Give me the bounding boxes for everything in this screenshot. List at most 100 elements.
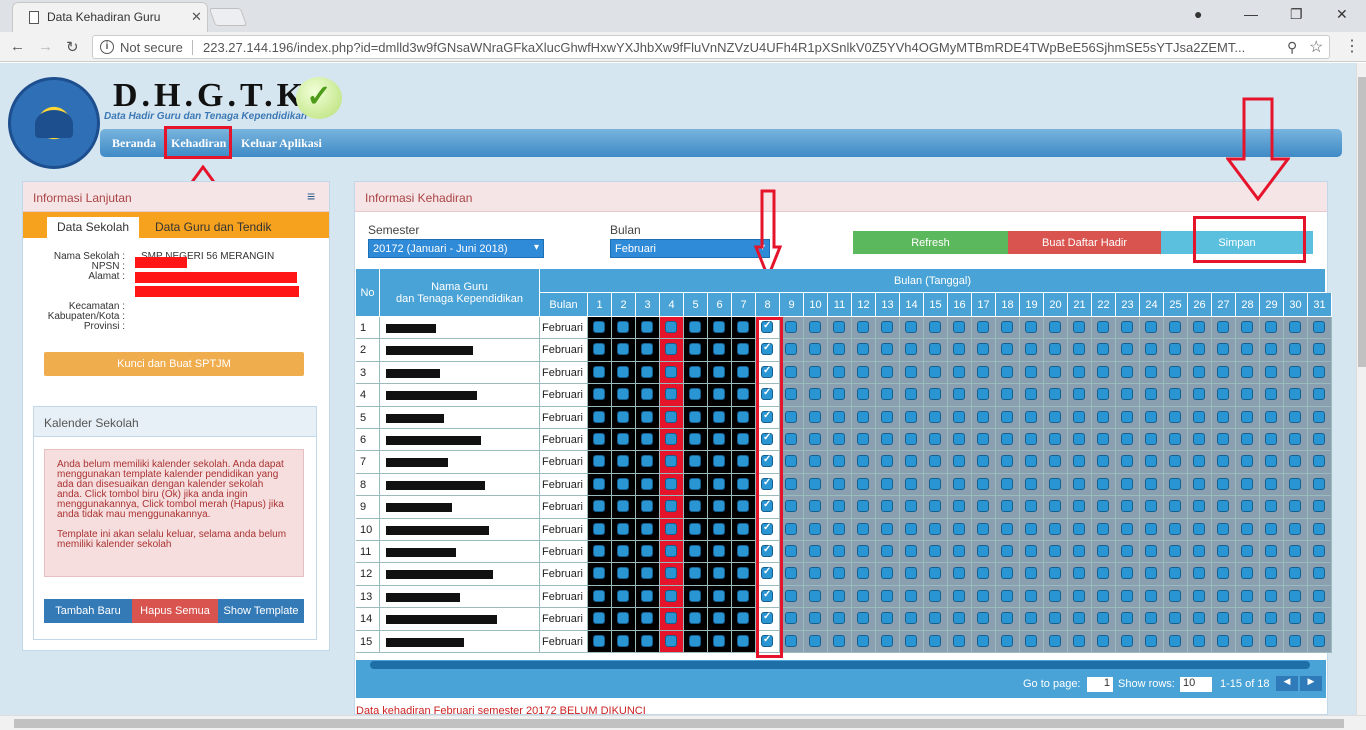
- attendance-checkbox[interactable]: [785, 589, 797, 602]
- attendance-checkbox[interactable]: [953, 589, 965, 602]
- attendance-checkbox[interactable]: [1241, 343, 1253, 356]
- attendance-checkbox[interactable]: [1025, 321, 1037, 333]
- attendance-checkbox[interactable]: [1001, 455, 1013, 468]
- attendance-checkbox[interactable]: [689, 433, 701, 445]
- attendance-checkbox[interactable]: [1145, 634, 1157, 647]
- attendance-checkbox[interactable]: [617, 410, 629, 423]
- attendance-checkbox[interactable]: [953, 321, 965, 333]
- attendance-checkbox[interactable]: [1313, 365, 1325, 378]
- attendance-checkbox[interactable]: [833, 343, 845, 356]
- attendance-checkbox[interactable]: [1121, 612, 1133, 625]
- attendance-checkbox[interactable]: [809, 500, 821, 513]
- attendance-checkbox[interactable]: [857, 388, 869, 401]
- attendance-checkbox[interactable]: [641, 455, 653, 468]
- grid-hscroll[interactable]: [356, 660, 1326, 670]
- attendance-checkbox[interactable]: [1289, 545, 1301, 557]
- attendance-checkbox[interactable]: [593, 477, 605, 490]
- bookmark-star-icon[interactable]: ☆: [1309, 37, 1323, 57]
- attendance-checkbox[interactable]: [953, 433, 965, 445]
- attendance-checkbox[interactable]: [737, 612, 749, 625]
- attendance-checkbox[interactable]: [857, 365, 869, 378]
- attendance-checkbox[interactable]: [1049, 477, 1061, 490]
- attendance-checkbox[interactable]: [689, 589, 701, 602]
- attendance-checkbox[interactable]: [1025, 388, 1037, 401]
- attendance-checkbox[interactable]: [1121, 433, 1133, 445]
- attendance-checkbox[interactable]: [641, 589, 653, 602]
- attendance-checkbox[interactable]: [1025, 567, 1037, 580]
- attendance-checkbox[interactable]: [857, 433, 869, 445]
- grid-hscroll-thumb[interactable]: [370, 661, 1310, 669]
- attendance-checkbox[interactable]: [1241, 567, 1253, 580]
- attendance-checkbox[interactable]: [1145, 410, 1157, 423]
- page-hscroll[interactable]: [0, 715, 1366, 730]
- attendance-checkbox[interactable]: [809, 634, 821, 647]
- attendance-checkbox[interactable]: [1073, 612, 1085, 625]
- attendance-checkbox[interactable]: [737, 522, 749, 535]
- attendance-checkbox[interactable]: [833, 388, 845, 401]
- attendance-checkbox[interactable]: [929, 321, 941, 333]
- attendance-checkbox[interactable]: [593, 589, 605, 602]
- attendance-checkbox[interactable]: [1241, 433, 1253, 445]
- attendance-checkbox[interactable]: [833, 634, 845, 647]
- attendance-checkbox[interactable]: [617, 388, 629, 401]
- attendance-checkbox[interactable]: [665, 522, 677, 535]
- attendance-checkbox[interactable]: [1265, 388, 1277, 401]
- attendance-checkbox[interactable]: [1097, 477, 1109, 490]
- attendance-checkbox[interactable]: [665, 500, 677, 513]
- attendance-checkbox[interactable]: [689, 365, 701, 378]
- attendance-checkbox[interactable]: [641, 567, 653, 580]
- attendance-checkbox[interactable]: [1025, 477, 1037, 490]
- attendance-checkbox[interactable]: [1001, 634, 1013, 647]
- attendance-checkbox[interactable]: [977, 545, 989, 557]
- forward-icon[interactable]: →: [38, 38, 53, 55]
- attendance-checkbox[interactable]: [1025, 589, 1037, 602]
- attendance-checkbox[interactable]: [593, 545, 605, 557]
- attendance-checkbox[interactable]: [713, 365, 725, 378]
- attendance-checkbox[interactable]: [665, 567, 677, 580]
- attendance-checkbox[interactable]: [905, 343, 917, 356]
- attendance-checkbox[interactable]: [809, 433, 821, 445]
- attendance-checkbox[interactable]: [905, 500, 917, 513]
- attendance-checkbox[interactable]: [905, 410, 917, 423]
- attendance-checkbox[interactable]: [785, 343, 797, 356]
- attendance-checkbox[interactable]: [809, 365, 821, 378]
- attendance-checkbox[interactable]: [1313, 477, 1325, 490]
- attendance-checkbox[interactable]: [1241, 500, 1253, 513]
- attendance-checkbox[interactable]: [905, 321, 917, 333]
- attendance-checkbox[interactable]: [1097, 500, 1109, 513]
- attendance-checkbox[interactable]: [953, 545, 965, 557]
- attendance-checkbox[interactable]: [1265, 500, 1277, 513]
- attendance-checkbox[interactable]: [929, 455, 941, 468]
- attendance-checkbox[interactable]: [881, 343, 893, 356]
- attendance-checkbox[interactable]: [1121, 410, 1133, 423]
- attendance-checkbox[interactable]: [1025, 410, 1037, 423]
- attendance-checkbox[interactable]: [689, 522, 701, 535]
- attendance-checkbox[interactable]: [737, 433, 749, 445]
- attendance-checkbox[interactable]: [617, 589, 629, 602]
- attendance-checkbox[interactable]: [1073, 567, 1085, 580]
- attendance-checkbox[interactable]: [857, 455, 869, 468]
- attendance-checkbox[interactable]: [1169, 567, 1181, 580]
- attendance-checkbox[interactable]: [1313, 343, 1325, 356]
- attendance-checkbox[interactable]: [1313, 545, 1325, 557]
- attendance-checkbox[interactable]: [1241, 522, 1253, 535]
- attendance-checkbox[interactable]: [809, 612, 821, 625]
- attendance-checkbox[interactable]: [977, 343, 989, 356]
- attendance-checkbox[interactable]: [737, 477, 749, 490]
- attendance-checkbox[interactable]: [1169, 365, 1181, 378]
- attendance-checkbox[interactable]: [1217, 321, 1229, 333]
- attendance-checkbox[interactable]: [1169, 343, 1181, 356]
- attendance-checkbox[interactable]: [617, 612, 629, 625]
- attendance-checkbox[interactable]: [1193, 589, 1205, 602]
- attendance-checkbox[interactable]: [737, 365, 749, 378]
- attendance-checkbox[interactable]: [833, 522, 845, 535]
- attendance-checkbox[interactable]: [857, 500, 869, 513]
- attendance-checkbox[interactable]: [881, 388, 893, 401]
- attendance-checkbox[interactable]: [1073, 433, 1085, 445]
- attendance-checkbox[interactable]: [737, 343, 749, 356]
- attendance-checkbox[interactable]: [593, 321, 605, 333]
- attendance-checkbox[interactable]: [641, 500, 653, 513]
- attendance-checkbox[interactable]: [953, 567, 965, 580]
- attendance-checkbox[interactable]: [881, 410, 893, 423]
- attendance-checkbox[interactable]: [1049, 522, 1061, 535]
